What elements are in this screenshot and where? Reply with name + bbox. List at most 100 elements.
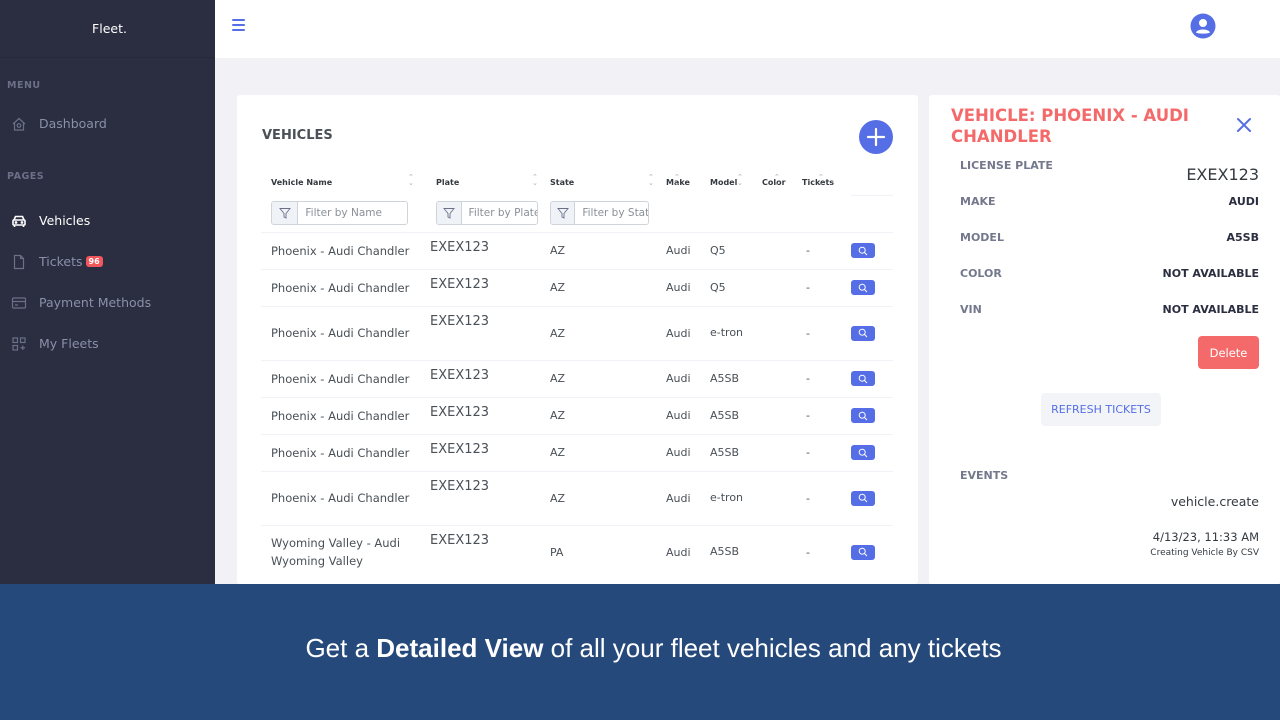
sidebar-item-my-fleets[interactable]: My Fleets [0,323,215,364]
make-cell: Audi [666,470,710,525]
close-icon[interactable] [1235,116,1253,134]
column-header-state[interactable]: State ⌃ ⌄ [550,169,666,195]
color-cell [762,470,802,525]
banner-text: Get a Detailed View of all your fleet ve… [305,632,1002,663]
tickets-cell: - [802,305,851,360]
model-cell: Q5 [710,231,762,269]
view-vehicle-button[interactable] [851,490,875,506]
user-circle-icon[interactable] [1190,13,1216,39]
search-icon [858,493,868,503]
sort-icon[interactable]: ⌃ ⌄ [408,174,414,187]
column-header-color[interactable]: Color ⌃ ⌄ [762,169,802,195]
make-cell: Audi [666,433,710,471]
vehicle-detail-panel: VEHICLE: PHOENIX - AUDI CHANDLER LICENSE… [929,95,1280,584]
home-icon [11,116,27,132]
sort-icon[interactable]: ⌃ ⌄ [674,174,680,187]
sort-icon[interactable]: ⌃ ⌄ [737,174,743,187]
table-row[interactable]: Phoenix - Audi Chandler EXEX123 AZ Audi A5SB… [261,433,893,471]
vehicle-name-cell: Phoenix - Audi Chandler [261,396,426,434]
menu-section-title: MENU [7,80,41,91]
view-vehicle-button[interactable] [851,371,875,386]
vehicles-card: VEHICLES Vehicle Name ⌃ ⌄ Plate ⌃ ⌄ State ⌃ ⌄ … [237,95,918,584]
table-row[interactable]: Phoenix - Audi Chandler EXEX123 AZ Audi A5SB… [261,359,893,397]
sort-icon[interactable]: ⌃ ⌄ [532,174,538,187]
view-vehicle-button[interactable] [851,325,875,341]
state-cell: AZ [550,231,666,269]
search-icon [858,411,868,420]
sidebar-item-payment-methods[interactable]: Payment Methods [0,282,215,323]
name-filter-input[interactable] [298,202,407,225]
state-cell: PA [550,524,666,579]
color-cell [762,433,802,471]
vehicle-name-cell: Phoenix - Audi Chandler [261,305,426,360]
column-header-plate[interactable]: Plate ⌃ ⌄ [426,169,550,195]
sidebar-item-vehicles[interactable]: Vehicles [0,200,215,241]
table-row[interactable]: Wyoming Valley - Audi Wyoming Valley EXEX… [261,524,893,579]
tickets-cell: - [802,359,851,397]
make-cell: Audi [666,305,710,360]
view-vehicle-button[interactable] [851,408,875,423]
plate-filter [436,201,538,226]
column-header-model[interactable]: Model ⌃ ⌄ [710,169,762,195]
sort-icon[interactable]: ⌃ ⌄ [774,174,780,187]
state-cell: AZ [550,359,666,397]
column-header-vehicle-name[interactable]: Vehicle Name ⌃ ⌄ [261,169,426,195]
column-header-actions [851,169,893,196]
filter-icon [437,202,462,225]
color-cell [762,524,802,579]
state-filter-input[interactable] [575,202,648,225]
table-row[interactable]: Phoenix - Audi Chandler EXEX123 AZ Audi e-tr… [261,305,893,360]
sidebar-item-tickets[interactable]: Tickets 96 [0,241,215,282]
model-cell: e-tron [710,305,762,360]
table-row[interactable]: Phoenix - Audi Chandler EXEX123 AZ Audi e-tr… [261,470,893,525]
brand-logo[interactable]: Fleet. [0,0,215,58]
table-row[interactable]: Phoenix - Audi Chandler EXEX123 AZ Audi Q5 - [261,231,893,269]
table-row[interactable]: Phoenix - Audi Chandler EXEX123 AZ Audi Q5 - [261,268,893,306]
refresh-tickets-button[interactable]: REFRESH TICKETS [1041,393,1161,426]
sort-icon[interactable]: ⌃ ⌄ [648,174,654,187]
vehicle-name-cell: Phoenix - Audi Chandler [261,470,426,525]
state-filter [550,201,649,226]
color-cell [762,231,802,269]
vehicle-name-cell: Phoenix - Audi Chandler [261,268,426,306]
view-vehicle-button[interactable] [851,280,875,295]
sidebar-item-label: Payment Methods [39,295,152,310]
column-header-make[interactable]: Make ⌃ ⌄ [666,169,710,195]
tickets-cell: - [802,231,851,269]
plate-cell: EXEX123 [426,433,550,471]
search-icon [858,328,868,338]
detail-field-make: MAKE AUDI [960,195,1259,208]
credit-card-icon [11,295,27,311]
plate-filter-input[interactable] [461,202,537,225]
column-header-tickets[interactable]: Tickets ⌃ ⌄ [802,169,851,195]
delete-button[interactable]: Delete [1198,336,1259,369]
view-vehicle-button[interactable] [851,544,875,560]
plate-cell: EXEX123 [426,231,550,269]
filter-icon [551,202,576,225]
view-vehicle-button[interactable] [851,243,875,258]
plate-cell: EXEX123 [426,268,550,306]
tickets-cell: - [802,470,851,525]
model-cell: A5SB [710,359,762,397]
table-row[interactable]: Phoenix - Audi Chandler EXEX123 AZ Audi A5SB… [261,396,893,434]
vehicle-name-cell: Wyoming Valley - Audi Wyoming Valley [261,524,426,579]
search-icon [858,246,868,255]
detail-title: VEHICLE: PHOENIX - AUDI CHANDLER [951,106,1189,146]
sidebar-item-label: My Fleets [39,336,99,351]
plus-icon [866,127,886,147]
view-vehicle-button[interactable] [851,445,875,460]
make-cell: Audi [666,396,710,434]
event-timestamp: 4/13/23, 11:33 AM [1152,530,1259,544]
hamburger-icon[interactable] [232,19,245,33]
plate-cell: EXEX123 [426,470,550,525]
event-type: vehicle.create [1170,494,1259,509]
name-filter [271,201,408,226]
search-icon [858,374,868,383]
sort-icon[interactable]: ⌃ ⌄ [818,174,824,187]
model-cell: A5SB [710,396,762,434]
sidebar-item-dashboard[interactable]: Dashboard [0,103,215,144]
topbar [215,0,1280,58]
add-vehicle-button[interactable] [859,120,893,154]
vehicle-name-cell: Phoenix - Audi Chandler [261,231,426,269]
plate-cell: EXEX123 [426,524,550,579]
